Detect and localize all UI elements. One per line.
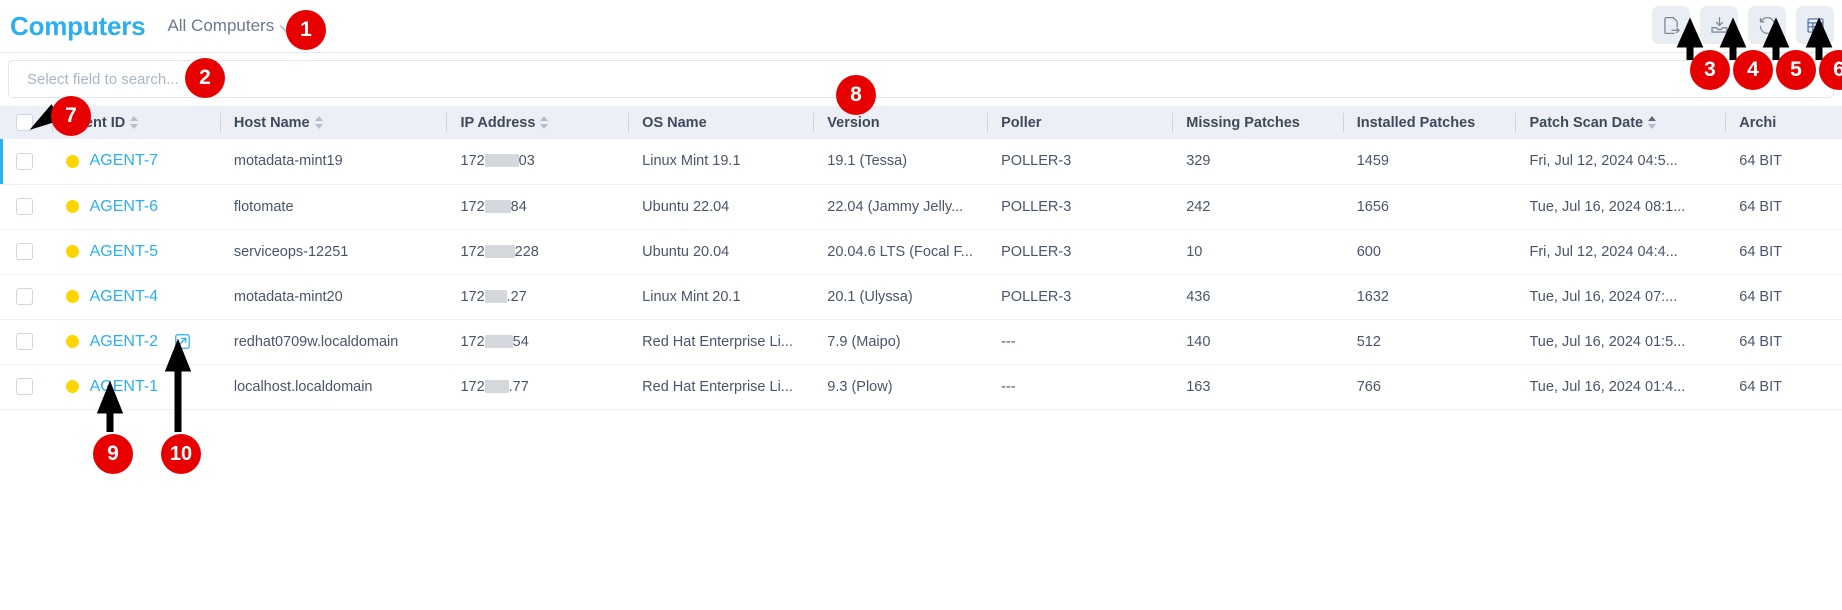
- annotation-marker-1: 1: [286, 10, 326, 50]
- annotation-marker-9: 9: [93, 434, 133, 474]
- annotation-marker-2: 2: [185, 58, 225, 98]
- annotation-marker-3: 3: [1690, 50, 1730, 90]
- annotation-marker-5: 5: [1776, 50, 1816, 90]
- computers-page: Computers All Computers Select field to …: [0, 0, 1842, 610]
- annotation-marker-8: 8: [836, 75, 876, 115]
- annotation-arrows: [29, 17, 1833, 432]
- annotation-marker-4: 4: [1733, 50, 1773, 90]
- annotation-marker-7: 7: [51, 96, 91, 136]
- annotation-marker-10: 10: [161, 434, 201, 474]
